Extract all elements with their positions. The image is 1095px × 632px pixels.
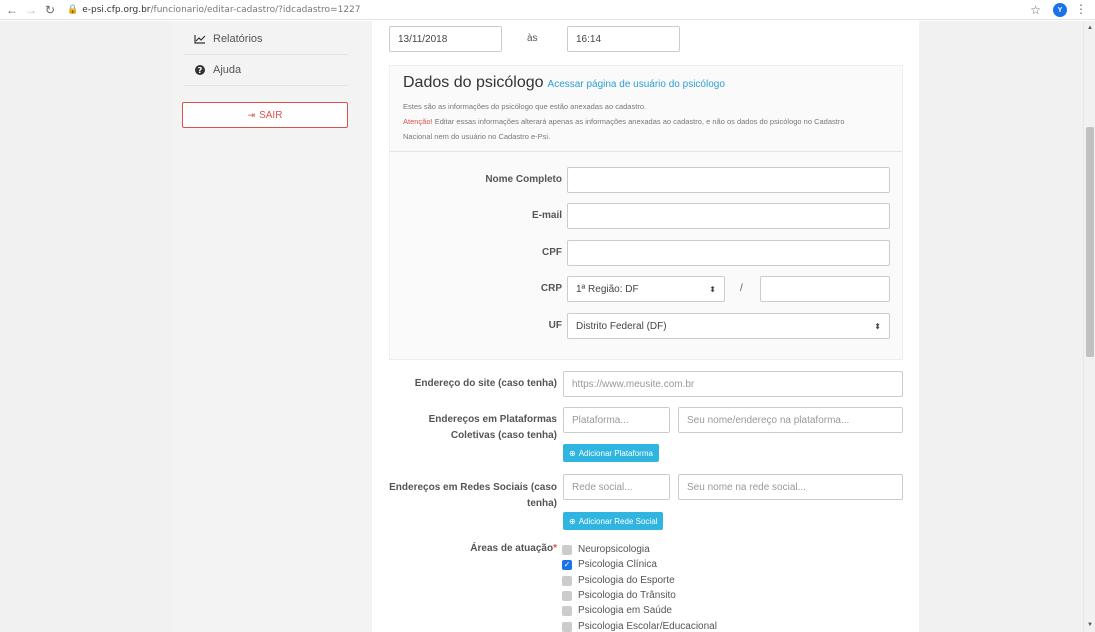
logout-button[interactable]: ⇥ SAIR — [182, 102, 348, 128]
checkbox-box[interactable] — [562, 575, 572, 586]
uf-select[interactable]: Distrito Federal (DF) ⬍ — [567, 313, 890, 339]
redes-label-line1: Endereços em Redes Sociais (caso — [389, 482, 557, 493]
panel-header: Dados do psicólogo Acessar página de usuá… — [390, 66, 902, 152]
crp-region-select[interactable]: 1ª Região: DF ⬍ — [567, 276, 725, 302]
chart-line-icon — [194, 34, 206, 44]
add-rede-label: Adicionar Rede Social — [578, 516, 658, 526]
question-circle-icon: ? — [194, 65, 206, 75]
checkbox-psicologia-escolar[interactable]: Psicologia Escolar/Educacional — [562, 621, 717, 632]
uf-label: UF — [548, 320, 562, 331]
sidebar-item-ajuda[interactable]: ? Ajuda — [184, 55, 348, 86]
user-page-link[interactable]: Acessar página de usuário do psicólogo — [548, 79, 725, 90]
address-bar[interactable]: e-psi.cfp.org.br/funcionario/editar-cada… — [82, 5, 360, 15]
page-background: Relatórios ? Ajuda ⇥ SAIR 13/11/2018 às … — [0, 21, 1083, 632]
sidebar: Relatórios ? Ajuda ⇥ SAIR — [172, 21, 372, 632]
areas-label-text: Áreas de atuação — [470, 543, 554, 554]
redes-label-line2: tenha) — [527, 498, 557, 509]
checkbox-box[interactable] — [562, 544, 572, 555]
checkbox-label: Neuropsicologia — [578, 544, 650, 555]
psychologist-panel: Dados do psicólogo Acessar página de usuá… — [389, 65, 903, 360]
checkbox-box[interactable] — [562, 590, 572, 601]
checkbox-box[interactable] — [562, 621, 572, 632]
panel-warning-text: Atenção! Editar essas informações altera… — [403, 117, 845, 126]
menu-kebab-icon[interactable]: ⋮ — [1075, 2, 1087, 16]
checkbox-psicologia-saude[interactable]: Psicologia em Saúde — [562, 605, 672, 616]
scroll-down-arrow-icon[interactable]: ▼ — [1087, 622, 1093, 628]
crp-region-value: 1ª Região: DF — [576, 283, 639, 295]
back-arrow-icon[interactable]: ← — [5, 3, 19, 17]
time-input[interactable]: 16:14 — [567, 26, 680, 52]
checkbox-box[interactable] — [562, 605, 572, 616]
panel-info-text: Estes são as informações do psicólogo qu… — [403, 102, 647, 111]
checkbox-checked[interactable]: ✓ — [562, 559, 572, 570]
checkbox-psicologia-clinica[interactable]: ✓ Psicologia Clínica — [562, 559, 657, 570]
checkbox-label: Psicologia Escolar/Educacional — [578, 621, 717, 632]
panel-title-text: Dados do psicólogo — [403, 74, 544, 91]
crp-slash: / — [740, 283, 743, 294]
select-arrows-icon: ⬍ — [709, 284, 716, 294]
checkbox-psicologia-transito[interactable]: Psicologia do Trânsito — [562, 590, 676, 601]
panel-title: Dados do psicólogo Acessar página de usuá… — [403, 74, 725, 92]
email-input[interactable] — [567, 203, 890, 229]
uf-value: Distrito Federal (DF) — [576, 320, 667, 332]
plataformas-label-line2: Coletivas (caso tenha) — [450, 430, 557, 441]
site-label: Endereço do site (caso tenha) — [414, 378, 557, 389]
url-host: e-psi.cfp.org.br — [82, 4, 151, 15]
datetime-separator: às — [527, 33, 538, 44]
forward-arrow-icon[interactable]: → — [24, 3, 38, 17]
add-plataforma-button[interactable]: ⊕ Adicionar Plataforma — [563, 444, 659, 462]
sign-out-icon: ⇥ — [247, 109, 256, 120]
checkbox-label: Psicologia Clínica — [578, 559, 657, 570]
nome-label: Nome Completo — [485, 174, 562, 185]
sidebar-item-label: Ajuda — [213, 64, 242, 76]
url-path: /funcionario/editar-cadastro/?idcadastro… — [150, 4, 361, 15]
crp-number-input[interactable] — [760, 276, 890, 302]
select-arrows-icon: ⬍ — [874, 321, 881, 331]
areas-label: Áreas de atuação* — [392, 543, 557, 554]
reload-icon[interactable]: ↻ — [43, 3, 57, 17]
plataforma-nome-input[interactable]: Seu nome/endereço na plataforma... — [678, 407, 903, 433]
vertical-scrollbar[interactable]: ▲ ▼ — [1083, 21, 1095, 632]
date-input[interactable]: 13/11/2018 — [389, 26, 502, 52]
checkbox-neuropsicologia[interactable]: Neuropsicologia — [562, 544, 650, 555]
cpf-input[interactable] — [567, 240, 890, 266]
plataformas-label-line1: Endereços em Plataformas — [428, 414, 557, 425]
crp-label: CRP — [540, 283, 562, 294]
sidebar-item-relatorios[interactable]: Relatórios — [184, 24, 348, 55]
scrollbar-thumb[interactable] — [1086, 127, 1094, 357]
scroll-up-arrow-icon[interactable]: ▲ — [1087, 25, 1093, 31]
sidebar-item-label: Relatórios — [213, 33, 263, 45]
site-input[interactable]: https://www.meusite.com.br — [563, 371, 903, 397]
cpf-label: CPF — [542, 247, 562, 258]
checkbox-psicologia-esporte[interactable]: Psicologia do Esporte — [562, 575, 675, 586]
nome-input[interactable] — [567, 167, 890, 193]
logout-label: SAIR — [259, 109, 283, 121]
warning-text: Editar essas informações alterará apenas… — [432, 117, 845, 126]
add-plataforma-label: Adicionar Plataforma — [578, 448, 653, 458]
svg-text:?: ? — [198, 66, 203, 75]
main-content: 13/11/2018 às 16:14 Dados do psicólogo Ac… — [372, 21, 919, 632]
plataforma-input[interactable]: Plataforma... — [563, 407, 670, 433]
panel-warning-text-2: Nacional nem do usuário no Cadastro e-Ps… — [403, 132, 551, 141]
rede-input[interactable]: Rede social... — [563, 474, 670, 500]
checkbox-label: Psicologia do Esporte — [578, 575, 675, 586]
rede-nome-input[interactable]: Seu nome na rede social... — [678, 474, 903, 500]
required-mark: * — [553, 543, 557, 554]
browser-toolbar: ← → ↻ 🔒 e-psi.cfp.org.br/funcionario/edi… — [0, 0, 1095, 20]
plus-circle-icon: ⊕ — [569, 516, 576, 526]
lock-icon: 🔒 — [67, 4, 79, 14]
warning-prefix: Atenção! — [403, 117, 433, 126]
email-label: E-mail — [531, 210, 562, 221]
add-rede-button[interactable]: ⊕ Adicionar Rede Social — [563, 512, 664, 530]
checkbox-label: Psicologia em Saúde — [578, 605, 672, 616]
checkbox-label: Psicologia do Trânsito — [578, 590, 676, 601]
plus-circle-icon: ⊕ — [569, 448, 576, 458]
profile-avatar[interactable]: Y — [1053, 3, 1067, 17]
bookmark-star-icon[interactable]: ☆ — [1030, 3, 1041, 17]
